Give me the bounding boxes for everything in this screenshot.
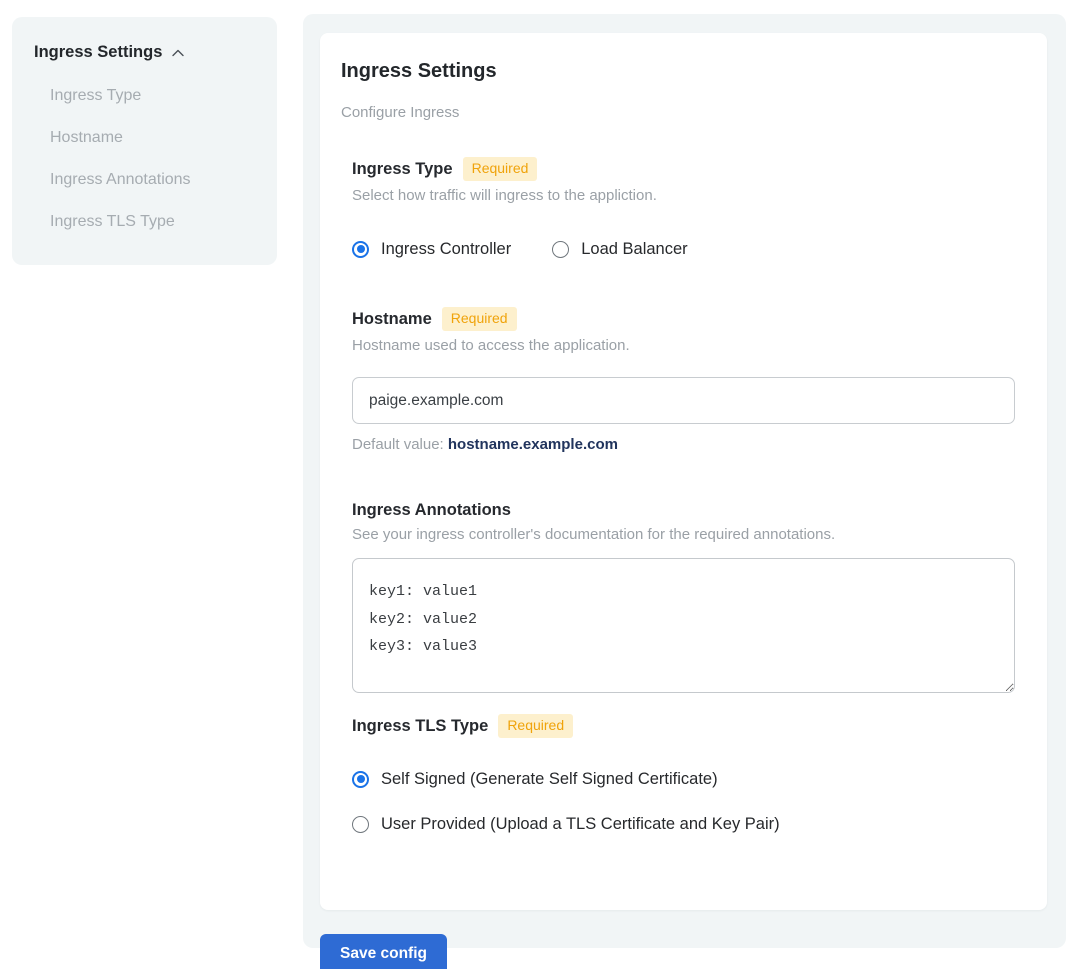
radio-self-signed[interactable]: Self Signed (Generate Self Signed Certif… [352, 769, 1015, 789]
main-panel: Ingress Settings Configure Ingress Ingre… [303, 14, 1066, 948]
ingress-annotations-heading: Ingress Annotations [352, 500, 511, 520]
sidebar-header-label: Ingress Settings [34, 43, 162, 62]
radio-label: Ingress Controller [381, 239, 511, 259]
hostname-heading: Hostname [352, 309, 432, 329]
sidebar-header-ingress-settings[interactable]: Ingress Settings [34, 43, 257, 62]
radio-button-icon[interactable] [352, 816, 369, 833]
ingress-tls-type-heading: Ingress TLS Type [352, 716, 488, 736]
ingress-type-heading: Ingress Type [352, 159, 453, 179]
radio-label: Load Balancer [581, 239, 687, 259]
ingress-type-description: Select how traffic will ingress to the a… [352, 187, 1015, 205]
save-config-button[interactable]: Save config [320, 934, 447, 969]
required-badge: Required [442, 307, 517, 331]
ingress-annotations-textarea[interactable]: key1: value1 key2: value2 key3: value3 [352, 558, 1015, 693]
radio-label: User Provided (Upload a TLS Certificate … [381, 814, 780, 834]
ingress-annotations-description: See your ingress controller's documentat… [352, 526, 1015, 544]
hostname-default-line: Default value: hostname.example.com [352, 436, 1015, 454]
sidebar-item-ingress-annotations[interactable]: Ingress Annotations [50, 172, 257, 188]
default-value-text: hostname.example.com [448, 436, 618, 453]
radio-label: Self Signed (Generate Self Signed Certif… [381, 769, 718, 789]
required-badge: Required [498, 714, 573, 738]
sidebar: Ingress Settings Ingress Type Hostname I… [12, 17, 277, 265]
hostname-input[interactable] [352, 377, 1015, 424]
sidebar-item-ingress-tls-type[interactable]: Ingress TLS Type [50, 214, 257, 230]
radio-load-balancer[interactable]: Load Balancer [552, 239, 687, 259]
radio-button-icon[interactable] [352, 771, 369, 788]
hostname-description: Hostname used to access the application. [352, 337, 1015, 355]
default-value-label: Default value: [352, 436, 448, 453]
sidebar-item-ingress-type[interactable]: Ingress Type [50, 88, 257, 104]
sidebar-item-hostname[interactable]: Hostname [50, 130, 257, 146]
radio-user-provided[interactable]: User Provided (Upload a TLS Certificate … [352, 814, 1015, 834]
radio-button-icon[interactable] [552, 241, 569, 258]
radio-ingress-controller[interactable]: Ingress Controller [352, 239, 511, 259]
page-title: Ingress Settings [341, 59, 1015, 83]
page-subtitle: Configure Ingress [341, 104, 1015, 122]
ingress-type-radio-group: Ingress Controller Load Balancer [352, 239, 1015, 259]
radio-button-icon[interactable] [352, 241, 369, 258]
ingress-tls-radio-group: Self Signed (Generate Self Signed Certif… [352, 769, 1015, 834]
section-ingress-tls-type: Ingress TLS Type Required Self Signed (G… [352, 714, 1015, 834]
required-badge: Required [463, 157, 538, 181]
section-ingress-type: Ingress Type Required Select how traffic… [352, 157, 1015, 259]
chevron-up-icon [170, 45, 186, 61]
section-hostname: Hostname Required Hostname used to acces… [352, 307, 1015, 454]
ingress-settings-card: Ingress Settings Configure Ingress Ingre… [320, 33, 1047, 910]
section-ingress-annotations: Ingress Annotations See your ingress con… [352, 500, 1015, 693]
